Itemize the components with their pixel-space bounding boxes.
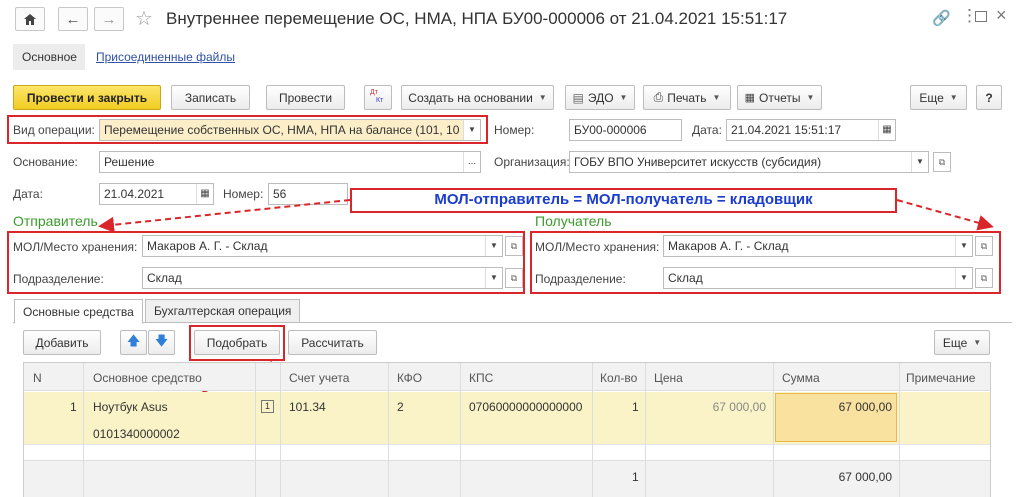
column-header-kfo[interactable]: КФО <box>397 371 422 385</box>
column-header-kps[interactable]: КПС <box>469 371 493 385</box>
chevron-down-icon: ▼ <box>973 338 982 347</box>
receiver-mol-field[interactable]: Макаров А. Г. - Склад ▼ <box>663 235 973 257</box>
column-divider <box>645 363 646 497</box>
open-link-icon[interactable]: ⧉ <box>505 236 523 256</box>
footer-sum-total: 67 000,00 <box>838 470 892 484</box>
sender-mol-field[interactable]: Макаров А. Г. - Склад ▼ <box>142 235 503 257</box>
column-divider <box>388 363 389 497</box>
receiver-dept-field[interactable]: Склад ▼ <box>663 267 973 289</box>
column-header-sum[interactable]: Сумма <box>782 371 820 385</box>
row-kfo: 2 <box>397 400 404 414</box>
row-qty: 1 <box>632 400 639 414</box>
column-divider <box>773 363 774 497</box>
open-link-icon[interactable]: ⧉ <box>975 236 993 256</box>
column-header-qty[interactable]: Кол-во <box>600 371 637 385</box>
open-link-icon[interactable]: ⧉ <box>505 268 523 288</box>
column-header-asset[interactable]: Основное средство <box>93 371 202 385</box>
sender-dept-field[interactable]: Склад ▼ <box>142 267 503 289</box>
table-more-button[interactable]: Еще ▼ <box>934 330 990 355</box>
chevron-down-icon[interactable]: ▼ <box>955 268 972 288</box>
calculate-button[interactable]: Рассчитать <box>288 330 377 355</box>
column-header-n[interactable]: N <box>33 371 42 385</box>
move-up-button[interactable]: 🡅 <box>120 330 147 355</box>
footer-qty-total: 1 <box>632 470 639 484</box>
move-down-button[interactable]: 🡇 <box>148 330 175 355</box>
add-button[interactable]: Добавить <box>23 330 101 355</box>
sender-dept-label: Подразделение: <box>13 272 104 286</box>
chevron-down-icon[interactable]: ▼ <box>955 236 972 256</box>
row-price: 67 000,00 <box>712 400 766 414</box>
sender-title: Отправитель <box>13 213 98 229</box>
row-flag-icon[interactable]: 1 <box>261 400 274 413</box>
column-divider <box>460 363 461 497</box>
open-link-icon[interactable]: ⧉ <box>975 268 993 288</box>
column-header-note[interactable]: Примечание <box>906 371 975 385</box>
column-divider <box>280 363 281 497</box>
chevron-down-icon[interactable]: ▼ <box>485 236 502 256</box>
pick-button[interactable]: Подобрать <box>194 330 280 355</box>
tab-fixed-assets[interactable]: Основные средства <box>14 299 143 324</box>
row-inventory-number: 0101340000002 <box>93 427 180 441</box>
column-divider <box>592 363 593 497</box>
row-sum[interactable]: 67 000,00 <box>820 400 892 414</box>
row-asset[interactable]: Ноутбук Asus <box>93 400 168 414</box>
column-divider <box>255 363 256 497</box>
column-divider <box>83 363 84 497</box>
row-kps: 07060000000000000 <box>469 400 583 414</box>
receiver-title: Получатель <box>535 213 612 229</box>
column-header-price[interactable]: Цена <box>654 371 683 385</box>
receiver-mol-label: МОЛ/Место хранения: <box>535 240 660 254</box>
arrow-down-icon: 🡇 <box>154 332 169 348</box>
tab-accounting-operation[interactable]: Бухгалтерская операция <box>145 299 301 323</box>
column-divider <box>899 363 900 497</box>
arrow-up-icon: 🡅 <box>126 332 141 348</box>
sender-mol-label: МОЛ/Место хранения: <box>13 240 138 254</box>
row-account: 101.34 <box>289 400 326 414</box>
row-n: 1 <box>70 400 77 414</box>
table-empty-row <box>24 444 990 460</box>
receiver-dept-label: Подразделение: <box>535 272 626 286</box>
column-header-account[interactable]: Счет учета <box>289 371 349 385</box>
chevron-down-icon[interactable]: ▼ <box>485 268 502 288</box>
